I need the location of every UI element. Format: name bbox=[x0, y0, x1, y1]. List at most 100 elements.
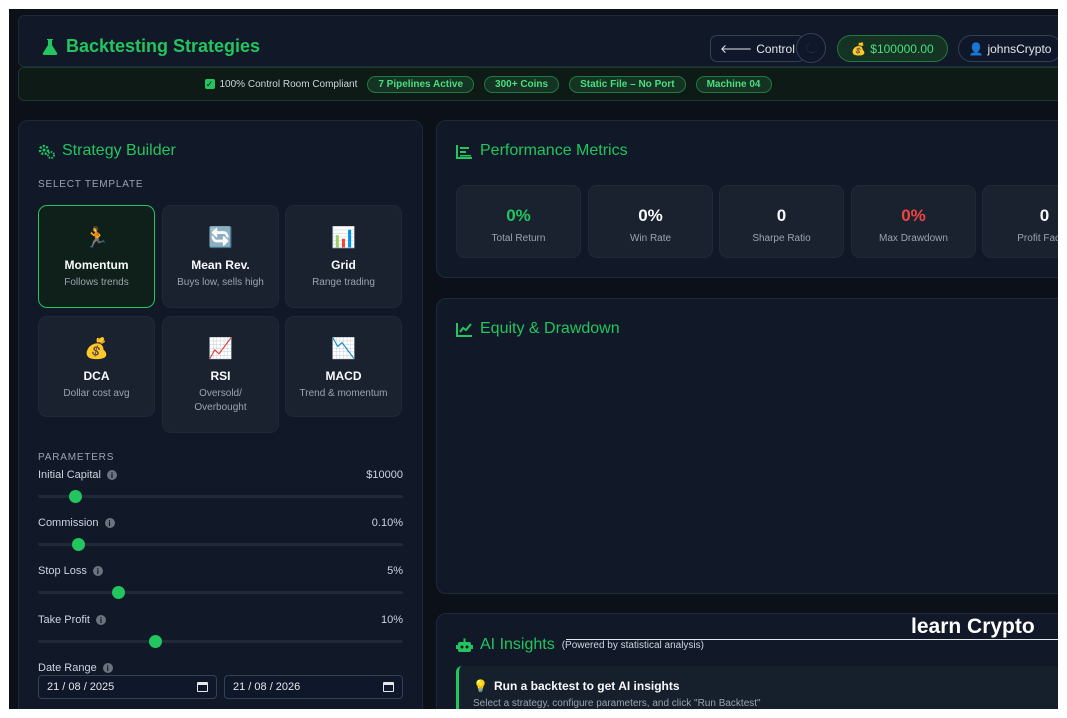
equity-chart-area bbox=[456, 354, 1056, 574]
username: johnsCrypto bbox=[987, 41, 1052, 56]
ai-card-text: Select a strategy, configure parameters,… bbox=[473, 698, 761, 709]
bar-chart-icon: 📊 bbox=[331, 227, 356, 249]
slider-thumb[interactable] bbox=[148, 635, 162, 648]
metric-value: 0% bbox=[638, 206, 663, 225]
param-label-wrap: Initial Capital i bbox=[38, 469, 117, 481]
chart-down-icon: 📉 bbox=[331, 338, 356, 360]
param-value: 5% bbox=[387, 565, 403, 577]
checkbox-icon: ✓ bbox=[204, 78, 215, 89]
control-button[interactable]: 🡐 Control bbox=[710, 35, 805, 62]
param-label-wrap: Stop Loss i bbox=[38, 565, 103, 577]
money-bag-icon: 💰 bbox=[84, 338, 109, 360]
slider-thumb[interactable] bbox=[68, 490, 82, 503]
balance-badge[interactable]: 💰 $100000.00 bbox=[837, 35, 948, 62]
equity-drawdown-panel: Equity & Drawdown bbox=[436, 298, 1058, 594]
arrow-left-icon: 🡐 bbox=[720, 42, 753, 56]
calendar-icon[interactable] bbox=[383, 682, 394, 692]
template-desc: Oversold/ Overbought bbox=[194, 388, 247, 413]
template-mean-reversion[interactable]: 🔄 Mean Rev. Buys low, sells high bbox=[162, 205, 279, 308]
ai-card-heading: 💡 Run a backtest to get AI insights bbox=[473, 679, 680, 693]
param-label: Initial Capital bbox=[38, 469, 101, 481]
moon-icon bbox=[806, 43, 816, 53]
template-desc: Trend & momentum bbox=[299, 388, 388, 399]
metric-label: Total Return bbox=[491, 233, 546, 244]
initial-capital-slider[interactable] bbox=[38, 490, 403, 503]
template-rsi[interactable]: 📈 RSI Oversold/ Overbought bbox=[162, 316, 279, 433]
param-initial-capital: Initial Capital i $10000 bbox=[38, 469, 403, 503]
template-desc: Dollar cost avg bbox=[63, 388, 130, 399]
template-desc: Range trading bbox=[312, 277, 375, 288]
start-date-input[interactable]: 21 / 08 / 2025 bbox=[38, 675, 217, 699]
param-value: 10% bbox=[380, 614, 403, 626]
metric-win-rate: 0% Win Rate bbox=[588, 185, 713, 258]
app-title: Backtesting Strategies bbox=[66, 36, 261, 56]
info-icon[interactable]: i bbox=[104, 518, 115, 529]
template-name: Grid bbox=[331, 258, 356, 272]
template-desc: Buys low, sells high bbox=[177, 277, 264, 288]
info-icon[interactable]: i bbox=[95, 615, 106, 626]
template-dca[interactable]: 💰 DCA Dollar cost avg bbox=[38, 316, 155, 417]
performance-title-text: Performance Metrics bbox=[480, 142, 628, 159]
strategy-builder-title-text: Strategy Builder bbox=[62, 142, 176, 159]
bar-list-icon bbox=[456, 144, 472, 159]
chart-up-icon: 📈 bbox=[208, 338, 233, 360]
template-macd[interactable]: 📉 MACD Trend & momentum bbox=[285, 316, 402, 417]
param-value: 0.10% bbox=[371, 517, 403, 529]
performance-metrics-panel: Performance Metrics 0% Total Return 0% W… bbox=[436, 120, 1058, 278]
refresh-icon: 🔄 bbox=[208, 227, 233, 249]
calendar-icon[interactable] bbox=[197, 682, 208, 692]
metric-max-drawdown: 0% Max Drawdown bbox=[851, 185, 976, 258]
user-menu-button[interactable]: 👤 johnsCrypto bbox=[958, 35, 1058, 62]
param-value: $10000 bbox=[366, 469, 403, 481]
status-pill: 300+ Coins bbox=[484, 75, 560, 93]
theme-toggle-button[interactable] bbox=[796, 33, 826, 63]
ai-insights-subtitle: (Powered by statistical analysis) bbox=[561, 639, 704, 651]
template-grid[interactable]: 📊 Grid Range trading bbox=[285, 205, 402, 308]
performance-title: Performance Metrics bbox=[456, 142, 628, 160]
status-pill: 7 Pipelines Active bbox=[367, 75, 475, 93]
line-chart-icon bbox=[456, 322, 472, 337]
balance-value: $100000.00 bbox=[870, 41, 934, 56]
end-date-input[interactable]: 21 / 08 / 2026 bbox=[224, 675, 403, 699]
template-section-label: SELECT TEMPLATE bbox=[38, 179, 144, 190]
date-range-label-row: Date Range i bbox=[38, 662, 403, 674]
strategy-builder-title: Strategy Builder bbox=[38, 142, 176, 160]
flask-icon bbox=[42, 38, 58, 55]
info-icon[interactable]: i bbox=[106, 470, 117, 481]
end-date-value: 21 / 08 / 2026 bbox=[233, 681, 301, 693]
param-label-wrap: Date Range i bbox=[38, 662, 113, 674]
metric-label: Profit Factor bbox=[1017, 233, 1058, 244]
equity-title-text: Equity & Drawdown bbox=[480, 320, 620, 337]
metric-value: 0 bbox=[776, 206, 787, 225]
info-icon[interactable]: i bbox=[92, 566, 103, 577]
template-desc: Follows trends bbox=[64, 277, 129, 288]
ai-insights-title-text: AI Insights bbox=[480, 636, 555, 653]
param-label: Stop Loss bbox=[38, 565, 87, 577]
start-date-value: 21 / 08 / 2025 bbox=[47, 681, 115, 693]
strategy-builder-panel: Strategy Builder SELECT TEMPLATE 🏃 Momen… bbox=[18, 120, 423, 709]
take-profit-slider[interactable] bbox=[38, 635, 403, 648]
metric-value: 0% bbox=[506, 206, 531, 225]
slider-thumb[interactable] bbox=[72, 538, 86, 551]
app-frame: Backtesting Strategies 🡐 Control 💰 $1000… bbox=[9, 9, 1058, 709]
metric-label: Max Drawdown bbox=[879, 233, 948, 244]
param-take-profit: Take Profit i 10% bbox=[38, 614, 403, 648]
template-name: RSI bbox=[210, 369, 231, 383]
ai-insight-card: 💡 Run a backtest to get AI insights Sele… bbox=[456, 666, 1058, 709]
info-icon[interactable]: i bbox=[102, 663, 113, 674]
template-name: MACD bbox=[325, 369, 362, 383]
param-commission: Commission i 0.10% bbox=[38, 517, 403, 551]
metric-value: 0% bbox=[901, 206, 926, 225]
param-stop-loss: Stop Loss i 5% bbox=[38, 565, 403, 599]
param-label-wrap: Commission i bbox=[38, 517, 115, 529]
template-momentum[interactable]: 🏃 Momentum Follows trends bbox=[38, 205, 155, 308]
slider-thumb[interactable] bbox=[112, 586, 126, 599]
metric-label: Win Rate bbox=[629, 233, 672, 244]
commission-slider[interactable] bbox=[38, 538, 403, 551]
template-name: Momentum bbox=[64, 258, 129, 272]
template-name: Mean Rev. bbox=[191, 258, 250, 272]
running-icon: 🏃 bbox=[84, 227, 109, 249]
status-pill: Static File – No Port bbox=[569, 75, 686, 93]
metric-total-return: 0% Total Return bbox=[456, 185, 581, 258]
stop-loss-slider[interactable] bbox=[38, 586, 403, 599]
